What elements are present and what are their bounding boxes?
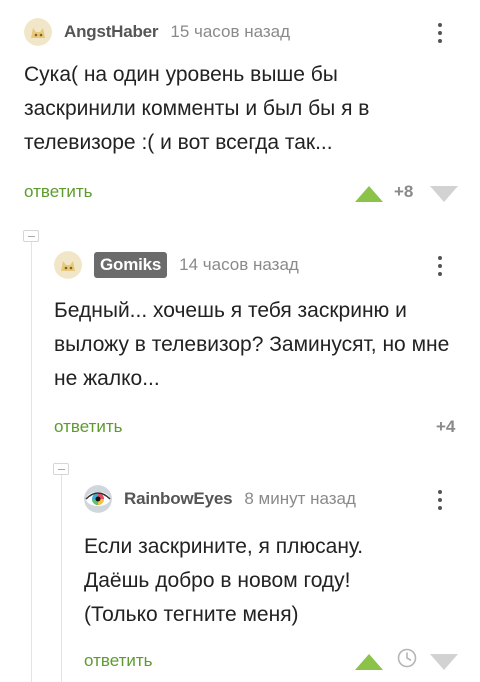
comment-header: AngstHaber 15 часов назад — [24, 12, 290, 52]
collapse-thread-button[interactable] — [53, 463, 69, 475]
upvote-arrow-icon[interactable] — [355, 186, 383, 202]
more-options-icon[interactable] — [430, 251, 450, 281]
reply-link[interactable]: ответить — [54, 417, 123, 437]
collapse-thread-button[interactable] — [23, 230, 39, 242]
author-name[interactable]: AngstHaber — [64, 22, 159, 42]
cat-avatar-icon[interactable] — [54, 251, 82, 279]
cat-avatar-icon[interactable] — [24, 18, 52, 46]
comment-text-line: (Только тегните меня) — [84, 603, 299, 626]
comment-time[interactable]: 15 часов назад — [170, 22, 290, 42]
comment-time[interactable]: 14 часов назад — [179, 255, 299, 275]
comment-header: RainbowEyes 8 минут назад — [84, 479, 356, 519]
rainbow-eye-avatar-icon[interactable] — [84, 485, 112, 513]
comment-text: Бедный... хочешь я тебя заскриню и вылож… — [54, 299, 450, 390]
comment-text-line: Если заскрините, я плюсану. — [84, 535, 364, 558]
comment-text-line: Даёшь добро в новом году! — [84, 569, 351, 592]
comment-time[interactable]: 8 минут назад — [244, 489, 356, 509]
rating-value: +8 — [394, 182, 414, 201]
thread-line[interactable] — [31, 236, 32, 682]
more-options-icon[interactable] — [430, 18, 450, 48]
author-name[interactable]: Gomiks — [94, 252, 168, 278]
comment-header: Gomiks 14 часов назад — [54, 245, 299, 285]
more-options-icon[interactable] — [430, 485, 450, 515]
comment-text: Сука( на один уровень выше бы заскринили… — [24, 63, 370, 154]
thread-line[interactable] — [61, 470, 62, 682]
downvote-arrow-icon[interactable] — [430, 654, 458, 670]
author-name[interactable]: RainbowEyes — [124, 489, 233, 509]
reply-link[interactable]: ответить — [84, 651, 153, 671]
comment-text: Если заскрините, я плюсану. Даёшь добро … — [84, 530, 454, 632]
rating-value: +4 — [436, 417, 456, 436]
clock-icon — [397, 648, 417, 668]
upvote-arrow-icon[interactable] — [355, 654, 383, 670]
reply-link[interactable]: ответить — [24, 182, 93, 202]
downvote-arrow-icon[interactable] — [430, 186, 458, 202]
